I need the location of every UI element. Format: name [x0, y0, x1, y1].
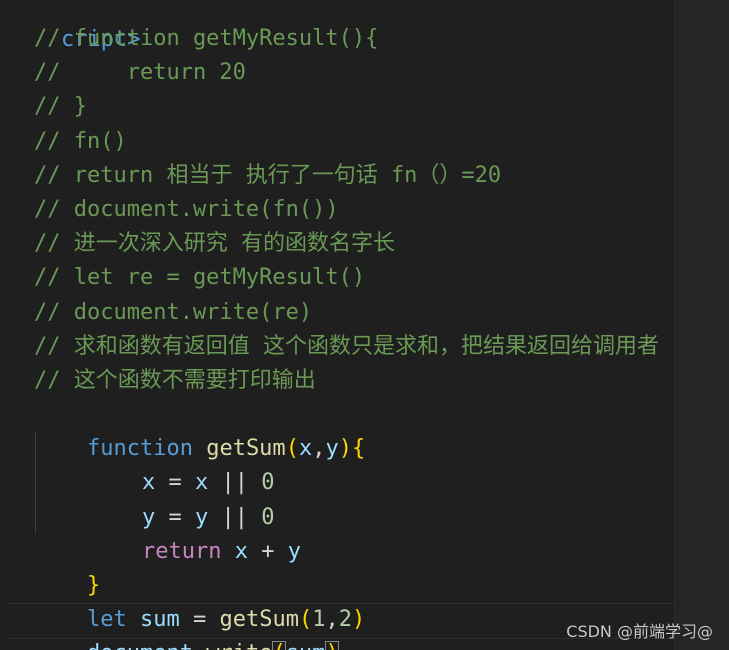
comment-line-7: // 进一次深入研究 有的函数名字长 — [34, 231, 395, 256]
dot: . — [193, 641, 206, 650]
code-line-y-default: y = y || 0 — [89, 467, 274, 530]
csdn-watermark: CSDN @前端学习@ — [566, 622, 713, 641]
minimap-strip[interactable] — [674, 0, 729, 650]
keyword-return: return — [141, 539, 222, 564]
comment-line-1: // function getMyResult(){ — [34, 26, 379, 51]
code-line-let-sum: let sum = getSum(1,2) — [34, 569, 365, 632]
comment-line-11: // 这个函数不需要打印输出 — [34, 368, 316, 393]
document-object: document — [87, 641, 193, 650]
code-editor[interactable]: cript> // function getMyResult(){ // ret… — [0, 0, 674, 650]
plus-operator: + — [247, 539, 288, 564]
comment-line-2: // return 20 — [34, 60, 246, 85]
code-line-script-tag: cript> — [8, 0, 140, 52]
code-line-brace-close: } — [34, 535, 100, 598]
code-line-function-decl: function getSum(x,y){ — [34, 398, 365, 461]
paren-open-matched: ( — [272, 641, 286, 650]
comment-line-4: // fn() — [34, 129, 127, 154]
paren-close-matched: ) — [325, 641, 339, 650]
brace-open: { — [351, 436, 366, 461]
write-method: write — [206, 641, 272, 650]
indent-guide — [35, 432, 36, 534]
comment-line-5: // return 相当于 执行了一句话 fn（）=20 — [34, 163, 502, 188]
paren-close: ) — [338, 436, 352, 461]
return-y: y — [287, 539, 301, 564]
sum-argument: sum — [286, 641, 326, 650]
comment-line-9: // document.write(re) — [34, 300, 313, 325]
comment-line-8: // let re = getMyResult() — [34, 265, 366, 290]
comma: , — [312, 436, 326, 461]
comment-line-3: // } — [34, 94, 87, 119]
code-line-document-write[interactable]: document.write(sum) — [34, 603, 339, 650]
comment-line-6: // document.write(fn()) — [34, 197, 339, 222]
comment-line-10: // 求和函数有返回值 这个函数只是求和，把结果返回给调用者 — [34, 334, 659, 359]
param-x: x — [298, 436, 313, 461]
code-line-return: return x + y — [89, 501, 301, 564]
return-x: x — [234, 539, 248, 564]
paren-open: ( — [285, 436, 299, 461]
param-y: y — [325, 436, 339, 461]
code-line-x-default: x = x || 0 — [89, 432, 274, 495]
